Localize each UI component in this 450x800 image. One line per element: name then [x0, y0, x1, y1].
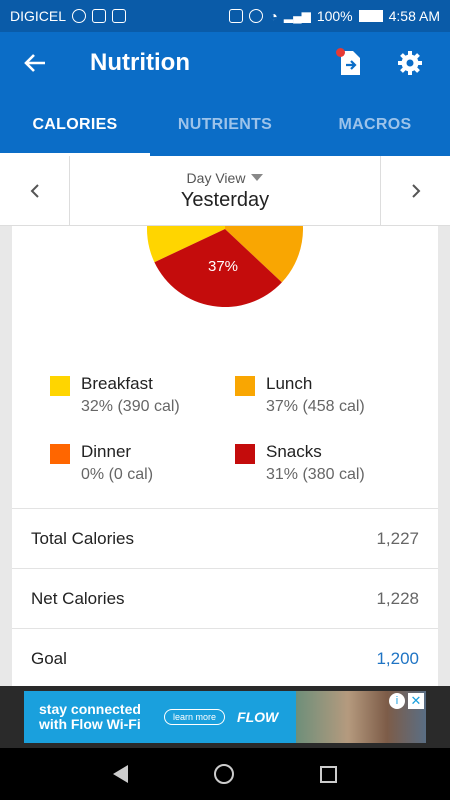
ad-text: stay connected with Flow Wi-Fi: [39, 702, 149, 732]
signal-icon: ▂▄▆: [283, 9, 311, 23]
pie-center-label: 37%: [208, 258, 238, 275]
ad-line-1: stay connected: [39, 701, 141, 717]
ad-info-icon[interactable]: i: [389, 693, 405, 709]
previous-day-button[interactable]: [0, 156, 70, 225]
nav-back-icon[interactable]: [113, 765, 128, 783]
ad-photo: [296, 691, 426, 743]
nav-recents-icon[interactable]: [320, 765, 337, 783]
goal-value: 1,200: [376, 648, 419, 668]
battery-icon: [358, 10, 383, 22]
meal-pie-chart: 37%: [147, 226, 303, 307]
ad-learn-more-button[interactable]: learn more: [164, 709, 226, 725]
summary-row-net[interactable]: Net Calories 1,228: [12, 568, 438, 628]
app-bar: Nutrition: [0, 32, 450, 94]
export-button[interactable]: [320, 32, 380, 94]
wifi-icon: ◔: [269, 8, 278, 24]
legend-swatch: [235, 444, 255, 464]
legend-value: 0% (0 cal): [81, 466, 154, 483]
system-nav-bar: [0, 748, 450, 800]
summary-label: Total Calories: [31, 528, 134, 548]
instagram-icon: [92, 9, 107, 23]
tab-nutrients[interactable]: NUTRIENTS: [150, 94, 300, 156]
day-view-label: Day View: [186, 169, 246, 186]
legend-value: 32% (390 cal): [81, 398, 180, 415]
legend-name: Dinner: [81, 442, 132, 461]
battery-level: 100%: [316, 8, 353, 24]
tab-macros[interactable]: MACROS: [300, 94, 450, 156]
ad-line-2: with Flow Wi-Fi: [39, 716, 141, 732]
arrow-left-icon: [24, 54, 45, 72]
storage-icon: [112, 9, 127, 23]
nav-home-icon[interactable]: [214, 764, 234, 784]
ad-brand-logo: FLOW: [237, 709, 279, 725]
summary-label: Goal: [31, 648, 67, 668]
ad-banner-area: stay connected with Flow Wi-Fi learn mor…: [0, 686, 450, 748]
carrier-label: DIGICEL: [10, 8, 67, 24]
legend-value: 31% (380 cal): [266, 466, 365, 483]
dropdown-arrow-icon: [251, 174, 264, 181]
summary-value: 1,228: [376, 588, 419, 608]
legend-name: Lunch: [266, 374, 313, 393]
summary-value: 1,227: [376, 528, 419, 548]
summary-row-total[interactable]: Total Calories 1,227: [12, 508, 438, 568]
tab-calories[interactable]: CALORIES: [0, 94, 150, 156]
legend-swatch: [50, 376, 70, 396]
gear-icon: [398, 51, 422, 75]
alarm-icon: [249, 9, 264, 23]
calorie-summary: Total Calories 1,227 Net Calories 1,228 …: [12, 508, 438, 686]
back-button[interactable]: [0, 32, 70, 94]
next-day-button[interactable]: [380, 156, 450, 225]
page-title: Nutrition: [90, 49, 190, 76]
legend-name: Snacks: [266, 442, 322, 461]
vibrate-icon: [229, 9, 244, 23]
summary-row-goal[interactable]: Goal 1,200: [12, 628, 438, 686]
summary-label: Net Calories: [31, 588, 125, 608]
notification-dot: [336, 48, 345, 57]
chevron-left-icon: [30, 183, 39, 198]
chevron-right-icon: [411, 183, 420, 198]
legend-name: Breakfast: [81, 374, 153, 393]
whatsapp-icon: [72, 9, 87, 23]
legend-swatch: [50, 444, 70, 464]
legend-value: 37% (458 cal): [266, 398, 365, 415]
ad-banner[interactable]: stay connected with Flow Wi-Fi learn mor…: [24, 691, 426, 743]
selected-day: Yesterday: [180, 188, 270, 211]
settings-button[interactable]: [380, 32, 440, 94]
ad-close-icon[interactable]: ✕: [408, 693, 424, 709]
status-bar: DIGICEL ◔ ▂▄▆ 100% 4:58 AM: [0, 0, 450, 32]
calories-card: 37% Breakfast 32% (390 cal) Lunch 37% (4…: [12, 226, 438, 686]
tab-bar: CALORIES NUTRIENTS MACROS: [0, 94, 450, 156]
day-navigator: Day View Yesterday: [0, 156, 450, 226]
clock: 4:58 AM: [388, 8, 440, 24]
day-view-selector[interactable]: Day View Yesterday: [70, 156, 380, 225]
legend-swatch: [235, 376, 255, 396]
